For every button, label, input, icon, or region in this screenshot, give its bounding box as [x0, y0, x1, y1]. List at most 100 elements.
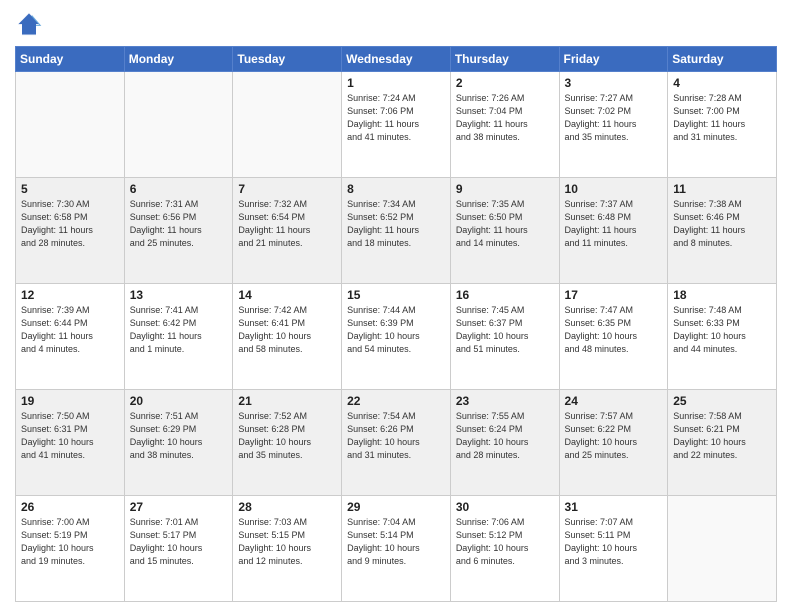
- day-number: 17: [565, 288, 663, 302]
- day-number: 30: [456, 500, 554, 514]
- calendar-cell: 1 Sunrise: 7:24 AM Sunset: 7:06 PM Daylig…: [342, 72, 451, 178]
- calendar-cell: 27 Sunrise: 7:01 AM Sunset: 5:17 PM Dayli…: [124, 496, 233, 602]
- day-number: 5: [21, 182, 119, 196]
- calendar-cell: 12 Sunrise: 7:39 AM Sunset: 6:44 PM Dayli…: [16, 284, 125, 390]
- logo-icon: [15, 10, 43, 38]
- calendar-cell: 29 Sunrise: 7:04 AM Sunset: 5:14 PM Dayli…: [342, 496, 451, 602]
- day-info: Sunrise: 7:54 AM Sunset: 6:26 PM Dayligh…: [347, 410, 445, 462]
- day-number: 6: [130, 182, 228, 196]
- day-info: Sunrise: 7:30 AM Sunset: 6:58 PM Dayligh…: [21, 198, 119, 250]
- day-info: Sunrise: 7:00 AM Sunset: 5:19 PM Dayligh…: [21, 516, 119, 568]
- calendar-cell: 16 Sunrise: 7:45 AM Sunset: 6:37 PM Dayli…: [450, 284, 559, 390]
- calendar-cell: [668, 496, 777, 602]
- calendar-cell: 8 Sunrise: 7:34 AM Sunset: 6:52 PM Daylig…: [342, 178, 451, 284]
- calendar-cell: 21Sunrise: 7:52 AM Sunset: 6:28 PM Dayli…: [233, 390, 342, 496]
- day-number: 14: [238, 288, 336, 302]
- calendar-cell: [16, 72, 125, 178]
- day-info: Sunrise: 7:31 AM Sunset: 6:56 PM Dayligh…: [130, 198, 228, 250]
- day-header-saturday: Saturday: [668, 47, 777, 72]
- day-info: Sunrise: 7:27 AM Sunset: 7:02 PM Dayligh…: [565, 92, 663, 144]
- calendar-cell: 9 Sunrise: 7:35 AM Sunset: 6:50 PM Daylig…: [450, 178, 559, 284]
- day-number: 7: [238, 182, 336, 196]
- calendar: SundayMondayTuesdayWednesdayThursdayFrid…: [15, 46, 777, 602]
- page: SundayMondayTuesdayWednesdayThursdayFrid…: [0, 0, 792, 612]
- day-header-thursday: Thursday: [450, 47, 559, 72]
- calendar-cell: 4 Sunrise: 7:28 AM Sunset: 7:00 PM Daylig…: [668, 72, 777, 178]
- week-row-1: 1 Sunrise: 7:24 AM Sunset: 7:06 PM Daylig…: [16, 72, 777, 178]
- calendar-cell: 13 Sunrise: 7:41 AM Sunset: 6:42 PM Dayli…: [124, 284, 233, 390]
- day-number: 8: [347, 182, 445, 196]
- week-row-3: 12 Sunrise: 7:39 AM Sunset: 6:44 PM Dayli…: [16, 284, 777, 390]
- calendar-cell: 17Sunrise: 7:47 AM Sunset: 6:35 PM Dayli…: [559, 284, 668, 390]
- day-number: 12: [21, 288, 119, 302]
- calendar-header-row: SundayMondayTuesdayWednesdayThursdayFrid…: [16, 47, 777, 72]
- day-number: 4: [673, 76, 771, 90]
- day-info: Sunrise: 7:07 AM Sunset: 5:11 PM Dayligh…: [565, 516, 663, 568]
- calendar-cell: 15 Sunrise: 7:44 AM Sunset: 6:39 PM Dayli…: [342, 284, 451, 390]
- calendar-cell: 10Sunrise: 7:37 AM Sunset: 6:48 PM Dayli…: [559, 178, 668, 284]
- day-number: 16: [456, 288, 554, 302]
- day-number: 2: [456, 76, 554, 90]
- day-number: 1: [347, 76, 445, 90]
- day-info: Sunrise: 7:41 AM Sunset: 6:42 PM Dayligh…: [130, 304, 228, 356]
- week-row-2: 5 Sunrise: 7:30 AM Sunset: 6:58 PM Daylig…: [16, 178, 777, 284]
- day-info: Sunrise: 7:28 AM Sunset: 7:00 PM Dayligh…: [673, 92, 771, 144]
- day-info: Sunrise: 7:50 AM Sunset: 6:31 PM Dayligh…: [21, 410, 119, 462]
- day-info: Sunrise: 7:44 AM Sunset: 6:39 PM Dayligh…: [347, 304, 445, 356]
- logo: [15, 10, 45, 38]
- week-row-5: 26 Sunrise: 7:00 AM Sunset: 5:19 PM Dayli…: [16, 496, 777, 602]
- calendar-cell: 26 Sunrise: 7:00 AM Sunset: 5:19 PM Dayli…: [16, 496, 125, 602]
- day-info: Sunrise: 7:03 AM Sunset: 5:15 PM Dayligh…: [238, 516, 336, 568]
- day-info: Sunrise: 7:34 AM Sunset: 6:52 PM Dayligh…: [347, 198, 445, 250]
- day-number: 11: [673, 182, 771, 196]
- day-number: 22: [347, 394, 445, 408]
- day-info: Sunrise: 7:45 AM Sunset: 6:37 PM Dayligh…: [456, 304, 554, 356]
- calendar-cell: 14 Sunrise: 7:42 AM Sunset: 6:41 PM Dayli…: [233, 284, 342, 390]
- day-number: 19: [21, 394, 119, 408]
- day-info: Sunrise: 7:04 AM Sunset: 5:14 PM Dayligh…: [347, 516, 445, 568]
- day-info: Sunrise: 7:37 AM Sunset: 6:48 PM Dayligh…: [565, 198, 663, 250]
- day-number: 29: [347, 500, 445, 514]
- day-info: Sunrise: 7:55 AM Sunset: 6:24 PM Dayligh…: [456, 410, 554, 462]
- day-number: 9: [456, 182, 554, 196]
- calendar-cell: 20Sunrise: 7:51 AM Sunset: 6:29 PM Dayli…: [124, 390, 233, 496]
- day-header-friday: Friday: [559, 47, 668, 72]
- calendar-cell: 24Sunrise: 7:57 AM Sunset: 6:22 PM Dayli…: [559, 390, 668, 496]
- calendar-cell: [233, 72, 342, 178]
- calendar-cell: [124, 72, 233, 178]
- day-info: Sunrise: 7:48 AM Sunset: 6:33 PM Dayligh…: [673, 304, 771, 356]
- calendar-cell: 28Sunrise: 7:03 AM Sunset: 5:15 PM Dayli…: [233, 496, 342, 602]
- calendar-cell: 6 Sunrise: 7:31 AM Sunset: 6:56 PM Daylig…: [124, 178, 233, 284]
- calendar-cell: 7 Sunrise: 7:32 AM Sunset: 6:54 PM Daylig…: [233, 178, 342, 284]
- day-header-wednesday: Wednesday: [342, 47, 451, 72]
- day-header-tuesday: Tuesday: [233, 47, 342, 72]
- day-header-monday: Monday: [124, 47, 233, 72]
- day-info: Sunrise: 7:32 AM Sunset: 6:54 PM Dayligh…: [238, 198, 336, 250]
- day-number: 25: [673, 394, 771, 408]
- day-number: 26: [21, 500, 119, 514]
- day-info: Sunrise: 7:58 AM Sunset: 6:21 PM Dayligh…: [673, 410, 771, 462]
- day-number: 15: [347, 288, 445, 302]
- calendar-cell: 11 Sunrise: 7:38 AM Sunset: 6:46 PM Dayli…: [668, 178, 777, 284]
- day-header-sunday: Sunday: [16, 47, 125, 72]
- calendar-cell: 31Sunrise: 7:07 AM Sunset: 5:11 PM Dayli…: [559, 496, 668, 602]
- day-number: 23: [456, 394, 554, 408]
- day-info: Sunrise: 7:42 AM Sunset: 6:41 PM Dayligh…: [238, 304, 336, 356]
- calendar-cell: 25 Sunrise: 7:58 AM Sunset: 6:21 PM Dayli…: [668, 390, 777, 496]
- day-info: Sunrise: 7:06 AM Sunset: 5:12 PM Dayligh…: [456, 516, 554, 568]
- calendar-cell: 30 Sunrise: 7:06 AM Sunset: 5:12 PM Dayli…: [450, 496, 559, 602]
- day-number: 13: [130, 288, 228, 302]
- day-number: 3: [565, 76, 663, 90]
- day-info: Sunrise: 7:26 AM Sunset: 7:04 PM Dayligh…: [456, 92, 554, 144]
- calendar-cell: 23 Sunrise: 7:55 AM Sunset: 6:24 PM Dayli…: [450, 390, 559, 496]
- day-info: Sunrise: 7:35 AM Sunset: 6:50 PM Dayligh…: [456, 198, 554, 250]
- day-number: 24: [565, 394, 663, 408]
- calendar-cell: 3 Sunrise: 7:27 AM Sunset: 7:02 PM Daylig…: [559, 72, 668, 178]
- day-info: Sunrise: 7:01 AM Sunset: 5:17 PM Dayligh…: [130, 516, 228, 568]
- calendar-cell: 19 Sunrise: 7:50 AM Sunset: 6:31 PM Dayli…: [16, 390, 125, 496]
- day-info: Sunrise: 7:38 AM Sunset: 6:46 PM Dayligh…: [673, 198, 771, 250]
- calendar-cell: 5 Sunrise: 7:30 AM Sunset: 6:58 PM Daylig…: [16, 178, 125, 284]
- day-info: Sunrise: 7:39 AM Sunset: 6:44 PM Dayligh…: [21, 304, 119, 356]
- day-info: Sunrise: 7:24 AM Sunset: 7:06 PM Dayligh…: [347, 92, 445, 144]
- day-number: 27: [130, 500, 228, 514]
